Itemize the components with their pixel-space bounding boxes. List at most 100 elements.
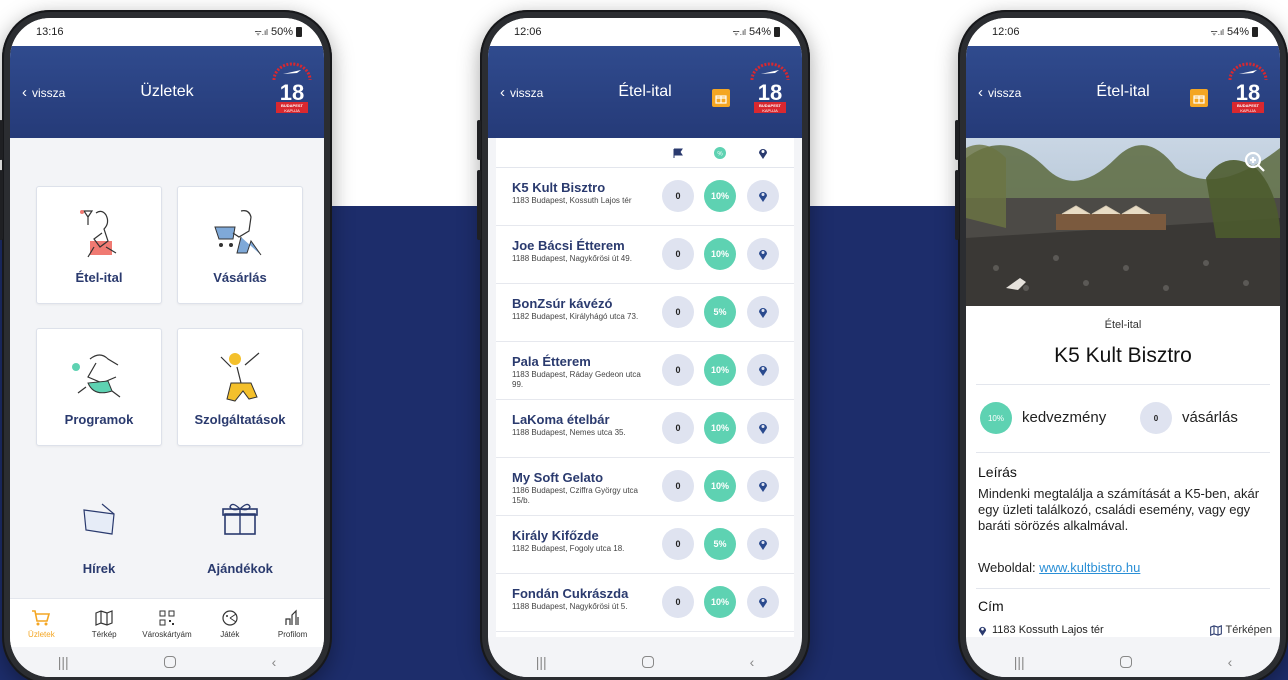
website-link[interactable]: www.kultbistro.hu [1039,560,1140,575]
zoom-in-icon[interactable] [1244,151,1266,173]
discount-badge: 10% [704,586,736,618]
list-item[interactable]: My Soft Gelato 1186 Budapest, Cziffra Gy… [496,458,794,516]
tab-map[interactable]: Térkép [75,608,133,639]
list-column-headers: % [496,138,794,168]
signal-icon: ᯤ.ıl [732,27,746,37]
recent-apps-icon[interactable]: ||| [536,654,547,670]
logo-number: 18 [1236,80,1260,105]
list-item[interactable]: K5 Kult Bisztro 1183 Budapest, Kossuth L… [496,168,794,226]
place-detail-panel: Étel-ital K5 Kult Bisztro 10% kedvezmény… [966,306,1280,637]
list-item[interactable]: Fondán Cukrászda 1188 Budapest, Nagykőrö… [496,574,794,632]
shop-name: Joe Bácsi Étterem [512,238,625,253]
services-illustration-icon [220,352,260,402]
recent-apps-icon[interactable]: ||| [58,654,69,670]
purchases-label: vásárlás [1182,409,1238,426]
discount-badge: 5% [704,296,736,328]
back-nav-icon[interactable]: ‹ [1228,654,1233,670]
category-food-drink[interactable]: Étel-ital [36,186,162,304]
category-news[interactable]: Hírek [36,496,162,576]
recent-apps-icon[interactable]: ||| [1014,654,1025,670]
map-pin-button[interactable] [747,470,779,502]
battery-level: 54% [748,26,771,38]
home-icon[interactable] [1120,656,1133,668]
system-nav-bar: ||| ‹ [966,647,1280,677]
shop-address: 1182 Budapest, Királyhágó utca 73. [512,312,639,321]
location-pin-icon [759,308,767,318]
tab-profile[interactable]: Profilom [264,608,322,639]
tab-game[interactable]: Játék [201,608,259,639]
battery-icon [296,27,302,37]
battery-level: 50% [270,26,293,38]
list-item[interactable]: BonZsúr kávézó 1182 Budapest, Királyhágó… [496,284,794,342]
tab-label: Városkártyám [142,630,192,639]
gift-icon [715,95,727,104]
gift-icon [1193,95,1205,104]
shop-name: Pala Étterem [512,354,591,369]
list-item[interactable]: Joe Bácsi Étterem 1188 Budapest, Nagykőr… [496,226,794,284]
gift-button[interactable] [712,89,730,107]
home-icon[interactable] [642,656,655,668]
map-icon [1209,624,1222,636]
tab-shops[interactable]: Üzletek [12,608,70,639]
category-services[interactable]: Szolgáltatások [177,328,303,446]
visit-count: 0 [662,180,694,212]
list-item[interactable]: Pala Étterem 1183 Budapest, Ráday Gedeon… [496,342,794,400]
app-header: ‹ vissza Étel-ital 18 BUDAPEST KAPUJA [966,46,1280,138]
discount-badge: 10% [704,238,736,270]
percent-icon: % [714,147,726,159]
map-pin-button[interactable] [747,586,779,618]
home-icon[interactable] [164,656,177,668]
list-item[interactable]: Király Kifőzde 1182 Budapest, Fogoly utc… [496,516,794,574]
status-icons: ᯤ.ıl 54% [1210,26,1258,38]
back-nav-icon[interactable]: ‹ [750,654,755,670]
map-pin-button[interactable] [747,528,779,560]
shop-address: 1188 Budapest, Nagykőrösi út 5. [512,602,628,611]
place-photo[interactable] [966,138,1280,306]
map-pin-button[interactable] [747,180,779,212]
category-gifts[interactable]: Ajándékok [177,496,303,576]
back-nav-icon[interactable]: ‹ [272,654,277,670]
screen: 12:06 ᯤ.ıl 54% ‹ vissza Étel-ital 18 BUD… [966,18,1280,677]
visit-count: 0 [662,354,694,386]
location-pin-icon [759,250,767,260]
shop-address: 1186 Budapest, Cziffra György utca 15/b. [512,486,638,505]
programs-illustration-icon [72,354,121,398]
shop-address: 1188 Budapest, Nagykőrösi út 49. [512,254,632,263]
shop-name: BonZsúr kávézó [512,296,613,311]
map-pin-button[interactable] [747,238,779,270]
map-pin-button[interactable] [747,354,779,386]
shop-name: My Soft Gelato [512,470,604,485]
map-pin-button[interactable] [747,296,779,328]
gift-button[interactable] [1190,89,1208,107]
category-label: Szolgáltatások [194,412,286,427]
location-pin-icon [759,598,767,608]
place-name: K5 Kult Bisztro [1054,344,1192,367]
system-nav-bar: ||| ‹ [10,647,324,677]
category-label: Programok [64,412,134,427]
location-pin-icon [759,424,767,434]
budapest-18-logo: 18 BUDAPEST KAPUJA [1228,62,1268,113]
cart-icon [30,608,52,628]
logo-line2: KAPUJA [762,108,778,113]
discount-label: kedvezmény [1022,409,1107,426]
screen: 12:06 ᯤ.ıl 54% ‹ vissza Étel-ital 18 BUD… [488,18,802,677]
status-icons: ᯤ.ıl 50% [254,26,302,38]
address-heading: Cím [978,598,1004,614]
visit-count: 0 [662,528,694,560]
show-on-map-link[interactable]: Térképen [1209,624,1272,636]
tab-label: Üzletek [28,630,55,639]
discount-badge: 10% [704,412,736,444]
status-icons: ᯤ.ıl 54% [732,26,780,38]
tab-city-card[interactable]: Városkártyám [138,608,196,639]
discount-badge: 10% [704,354,736,386]
shop-list: % K5 Kult Bisztro 1183 Budapest, Kossuth… [496,138,794,637]
visit-count: 0 [662,586,694,618]
shop-address: 1183 Budapest, Kossuth Lajos tér [512,196,632,205]
category-shopping[interactable]: Vásárlás [177,186,303,304]
website-label: Weboldal: [978,560,1036,575]
visit-count: 0 [662,470,694,502]
logo-number: 18 [758,80,782,105]
category-programs[interactable]: Programok [36,328,162,446]
map-pin-button[interactable] [747,412,779,444]
list-item[interactable]: LaKoma ételbár 1188 Budapest, Nemes utca… [496,400,794,458]
